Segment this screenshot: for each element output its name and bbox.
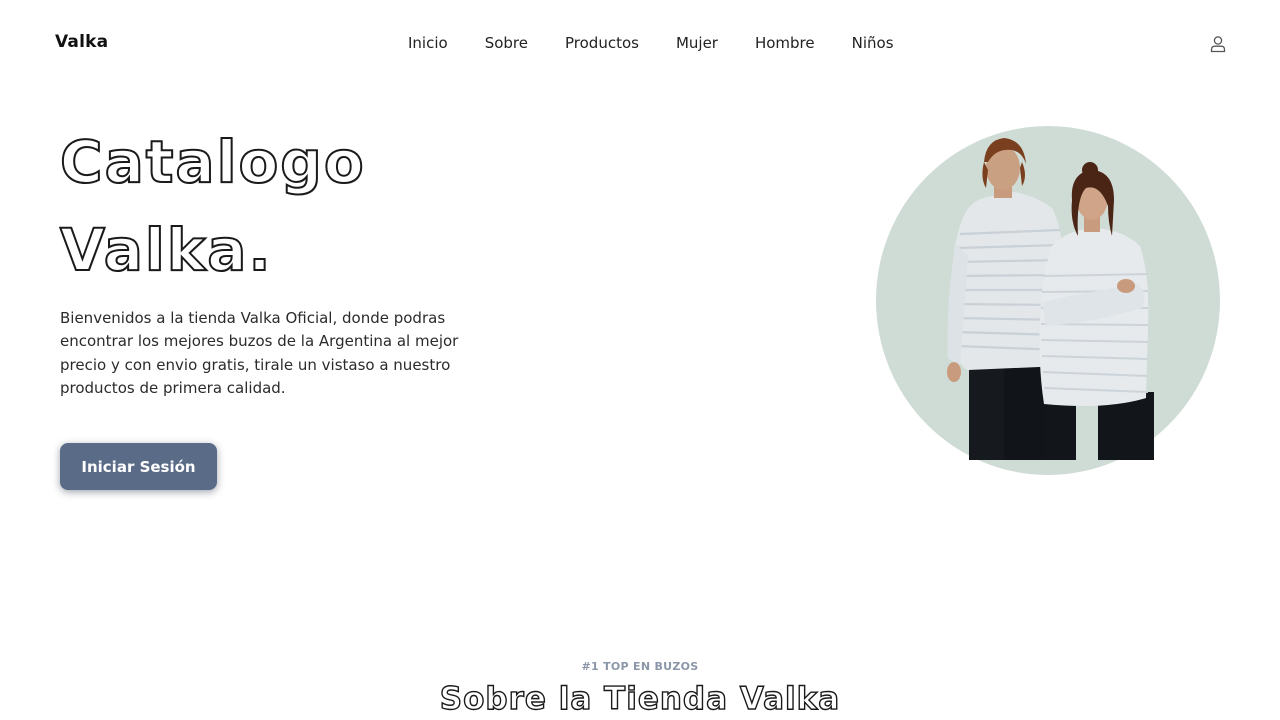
site-header: Valka Inicio Sobre Productos Mujer Hombr… [0, 0, 1280, 88]
brand-logo[interactable]: Valka [55, 32, 108, 52]
hero-description: Bienvenidos a la tienda Valka Oficial, d… [60, 309, 459, 397]
nav-item-sobre[interactable]: Sobre [485, 34, 528, 52]
nav-item-mujer[interactable]: Mujer [676, 34, 718, 52]
about-kicker: #1 TOP EN BUZOS [581, 660, 699, 673]
nav-item-ninos[interactable]: Niños [852, 34, 894, 52]
hero-models-image [876, 126, 1220, 475]
about-title: Sobre la Tienda Valka [439, 681, 841, 717]
nav-item-hombre[interactable]: Hombre [755, 34, 815, 52]
login-button[interactable]: Iniciar Sesión [60, 443, 217, 490]
nav-item-productos[interactable]: Productos [565, 34, 639, 52]
main-nav: Inicio Sobre Productos Mujer Hombre Niño… [408, 34, 931, 52]
user-icon[interactable] [1209, 35, 1227, 53]
page: Valka Inicio Sobre Productos Mujer Hombr… [0, 0, 1280, 720]
nav-item-inicio[interactable]: Inicio [408, 34, 448, 52]
hero-title-line-1: Catalogo [59, 128, 366, 196]
hero-title-line-2: Valka. [59, 216, 273, 284]
